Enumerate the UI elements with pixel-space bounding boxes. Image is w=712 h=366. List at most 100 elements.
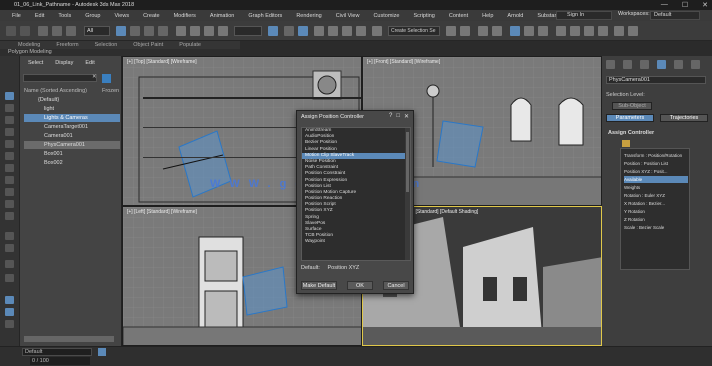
sub-object-button[interactable]: Sub-Object bbox=[612, 102, 652, 110]
scene-tree-row[interactable]: Lights & Cameras bbox=[24, 114, 120, 122]
display-none-icon[interactable] bbox=[5, 92, 14, 100]
controller-list-scrollbar[interactable] bbox=[405, 128, 410, 260]
placement-icon[interactable] bbox=[218, 26, 228, 36]
selection-filter-dropdown[interactable]: All bbox=[84, 26, 110, 36]
funnel-icon[interactable] bbox=[102, 74, 111, 83]
menu-civil-view[interactable]: Civil View bbox=[336, 13, 360, 19]
move-icon[interactable] bbox=[176, 26, 186, 36]
controller-tree[interactable]: Transform : Position/Rotation Position : … bbox=[620, 148, 690, 270]
rectangular-selection-icon[interactable] bbox=[144, 26, 154, 36]
toggle-ribbon-icon[interactable] bbox=[492, 26, 502, 36]
scene-tree-row[interactable]: Box002 bbox=[24, 159, 120, 167]
trajectories-button[interactable]: Trajectories bbox=[660, 114, 708, 122]
redo-icon[interactable] bbox=[20, 26, 30, 36]
ribbon-tab-populate[interactable]: Populate bbox=[179, 42, 201, 48]
menu-modifiers[interactable]: Modifiers bbox=[174, 13, 196, 19]
display-all-icon[interactable] bbox=[5, 104, 14, 112]
scene-tree-row[interactable]: Box001 bbox=[24, 150, 120, 158]
display-bones-icon[interactable] bbox=[5, 212, 14, 220]
undo-icon[interactable] bbox=[6, 26, 16, 36]
menu-views[interactable]: Views bbox=[115, 13, 130, 19]
schematic-view-icon[interactable] bbox=[524, 26, 534, 36]
display-containers-icon[interactable] bbox=[5, 232, 14, 240]
menu-animation[interactable]: Animation bbox=[210, 13, 234, 19]
display-groups-icon[interactable] bbox=[5, 188, 14, 196]
controller-tree-item[interactable]: Weights bbox=[624, 184, 640, 191]
layer-field[interactable]: Default bbox=[22, 348, 92, 356]
dialog-help-button[interactable]: ? bbox=[389, 113, 392, 120]
layer-explorer-icon[interactable] bbox=[478, 26, 488, 36]
window-crossing-icon[interactable] bbox=[158, 26, 168, 36]
minimize-button[interactable]: — bbox=[661, 1, 668, 9]
motion-tab-icon[interactable] bbox=[657, 60, 666, 69]
scrollbar-thumb[interactable] bbox=[406, 132, 409, 192]
menu-edit[interactable]: Edit bbox=[35, 13, 44, 19]
angle-snap-icon[interactable] bbox=[328, 26, 338, 36]
controller-tree-item[interactable]: Y Rotation bbox=[624, 208, 645, 215]
sort-by-hierarchy-icon[interactable] bbox=[5, 296, 14, 304]
display-geometry-icon[interactable] bbox=[5, 116, 14, 124]
menu-content[interactable]: Content bbox=[449, 13, 468, 19]
keyboard-shortcut-icon[interactable] bbox=[298, 26, 308, 36]
rendered-frame-window-icon[interactable] bbox=[570, 26, 580, 36]
display-hidden-icon[interactable] bbox=[5, 260, 14, 268]
mirror-icon[interactable] bbox=[446, 26, 456, 36]
scene-tree-row[interactable]: light bbox=[24, 105, 120, 113]
menu-arnold[interactable]: Arnold bbox=[507, 13, 523, 19]
ribbon-tab-freeform[interactable]: Freeform bbox=[56, 42, 78, 48]
material-editor-icon[interactable] bbox=[538, 26, 548, 36]
render-online-icon[interactable] bbox=[614, 26, 624, 36]
workspace-dropdown[interactable]: Default bbox=[650, 11, 700, 20]
controller-list-item[interactable]: Waypoint bbox=[302, 239, 410, 245]
a360-gallery-icon[interactable] bbox=[628, 26, 638, 36]
ribbon-tab-selection[interactable]: Selection bbox=[95, 42, 118, 48]
render-production-icon[interactable] bbox=[584, 26, 594, 36]
percent-snap-icon[interactable] bbox=[342, 26, 352, 36]
menu-create[interactable]: Create bbox=[143, 13, 160, 19]
layer-toggle-icon[interactable] bbox=[98, 348, 106, 356]
sort-by-layer-icon[interactable] bbox=[5, 308, 14, 316]
controller-tree-item[interactable]: Scale : Bezier Scale bbox=[624, 224, 664, 231]
named-selection-set-dropdown[interactable]: Create Selection Se bbox=[388, 26, 440, 36]
reference-coordinate-dropdown[interactable] bbox=[234, 26, 262, 36]
dialog-close-button[interactable]: ✕ bbox=[404, 113, 409, 120]
cancel-button[interactable]: Cancel bbox=[383, 281, 409, 290]
menu-graph-editors[interactable]: Graph Editors bbox=[248, 13, 282, 19]
assign-controller-icon[interactable] bbox=[622, 140, 630, 147]
menu-group[interactable]: Group bbox=[85, 13, 100, 19]
controller-tree-item[interactable]: Rotation : Euler XYZ bbox=[624, 192, 665, 199]
controller-tree-item[interactable]: Z Rotation bbox=[624, 216, 645, 223]
scene-menu-select[interactable]: Select bbox=[28, 60, 43, 66]
scene-tree-row[interactable]: {Default} bbox=[24, 96, 120, 104]
menu-customize[interactable]: Customize bbox=[373, 13, 399, 19]
display-helpers-icon[interactable] bbox=[5, 164, 14, 172]
assign-controller-rollout[interactable]: Assign Controller bbox=[608, 130, 654, 136]
select-by-name-icon[interactable] bbox=[130, 26, 140, 36]
edit-named-selection-icon[interactable] bbox=[372, 26, 382, 36]
curve-editor-icon[interactable] bbox=[510, 26, 520, 36]
controller-tree-item[interactable]: Available bbox=[624, 176, 688, 183]
unlink-icon[interactable] bbox=[52, 26, 62, 36]
signin-dropdown[interactable]: Sign In bbox=[556, 11, 612, 20]
align-icon[interactable] bbox=[460, 26, 470, 36]
time-slider[interactable]: 0 / 100 bbox=[30, 357, 90, 365]
name-column-header[interactable]: Name (Sorted Ascending) bbox=[24, 88, 87, 94]
render-setup-icon[interactable] bbox=[556, 26, 566, 36]
bind-space-warp-icon[interactable] bbox=[66, 26, 76, 36]
ok-button[interactable]: OK bbox=[347, 281, 373, 290]
close-button[interactable]: ✕ bbox=[702, 1, 708, 9]
viewport-front-label[interactable]: [+] [Front] [Standard] [Wireframe] bbox=[367, 59, 440, 65]
controller-tree-item[interactable]: X Rotation : Bezier... bbox=[624, 200, 665, 207]
scale-icon[interactable] bbox=[204, 26, 214, 36]
display-shapes-icon[interactable] bbox=[5, 128, 14, 136]
modify-tab-icon[interactable] bbox=[623, 60, 632, 69]
menu-file[interactable]: File bbox=[12, 13, 21, 19]
controller-tree-item[interactable]: Transform : Position/Rotation bbox=[624, 152, 682, 159]
viewport-top-label[interactable]: [+] [Top] [Standard] [Wireframe] bbox=[127, 59, 197, 65]
display-cameras-icon[interactable] bbox=[5, 152, 14, 160]
parameters-button[interactable]: Parameters bbox=[606, 114, 654, 122]
scene-menu-edit[interactable]: Edit bbox=[85, 60, 94, 66]
menu-rendering[interactable]: Rendering bbox=[296, 13, 321, 19]
menu-help[interactable]: Help bbox=[482, 13, 493, 19]
menu-tools[interactable]: Tools bbox=[58, 13, 71, 19]
